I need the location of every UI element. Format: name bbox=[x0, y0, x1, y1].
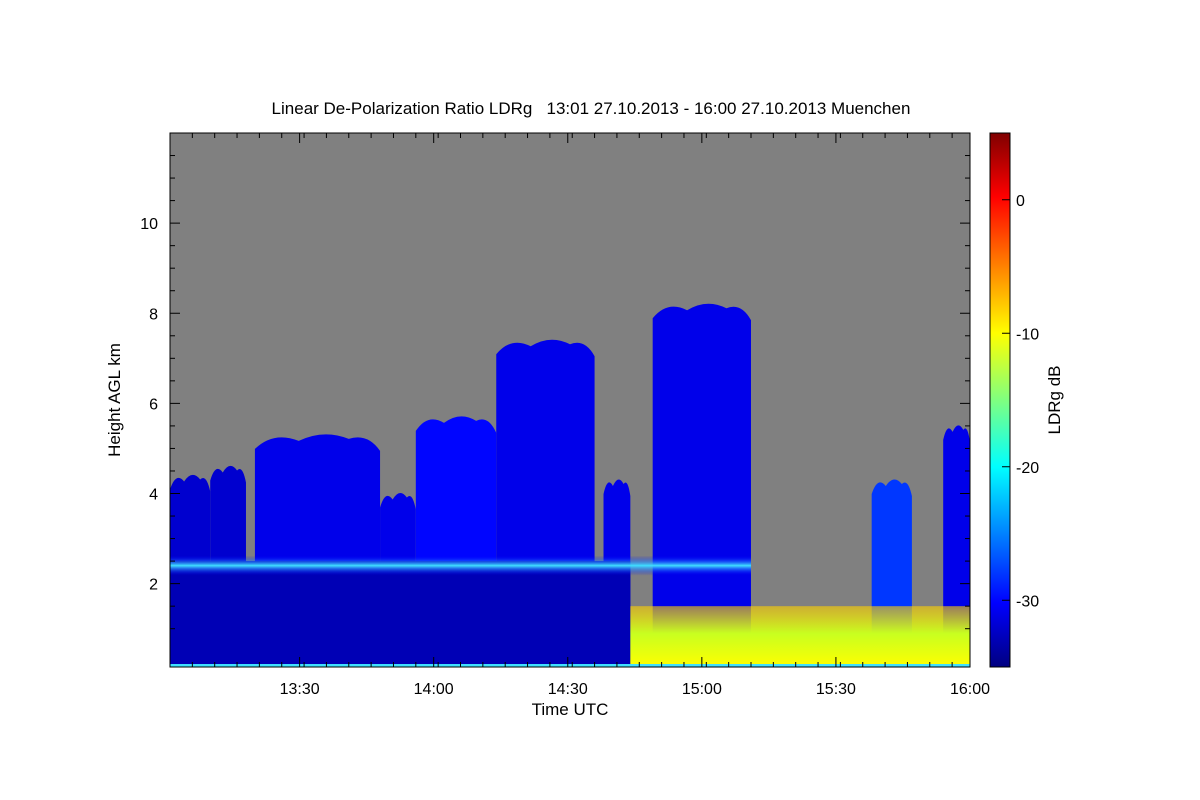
y-axis-title: Height AGL km bbox=[105, 343, 124, 457]
y-tick-label: 10 bbox=[140, 216, 158, 233]
plot-area bbox=[170, 133, 970, 667]
colorbar bbox=[989, 132, 1011, 668]
x-tick-label: 13:30 bbox=[280, 681, 320, 698]
ldr-chart: Linear De-Polarization Ratio LDRg 13:01 … bbox=[105, 99, 1064, 719]
colorbar-tick-label: 0 bbox=[1016, 193, 1025, 210]
y-tick-label: 2 bbox=[149, 577, 158, 594]
x-tick-label: 16:00 bbox=[950, 681, 990, 698]
x-tick-label: 14:30 bbox=[548, 681, 588, 698]
x-axis-title: Time UTC bbox=[532, 700, 609, 719]
y-tick-label: 6 bbox=[149, 396, 158, 413]
colorbar-tick-label: -10 bbox=[1016, 326, 1039, 343]
lower-cloud-band bbox=[170, 561, 631, 667]
colorbar-tick-label: -20 bbox=[1016, 460, 1039, 477]
y-tick-label: 4 bbox=[149, 487, 158, 504]
melting-layer bbox=[170, 555, 752, 576]
colorbar-title: LDRg dB bbox=[1045, 366, 1064, 435]
near-surface-aerosol bbox=[630, 606, 970, 667]
chart-title: Linear De-Polarization Ratio LDRg 13:01 … bbox=[272, 99, 911, 118]
x-tick-label: 15:00 bbox=[682, 681, 722, 698]
y-tick-label: 8 bbox=[149, 306, 158, 323]
colorbar-gradient bbox=[989, 132, 1011, 668]
x-tick-label: 14:00 bbox=[414, 681, 454, 698]
x-tick-label: 15:30 bbox=[816, 681, 856, 698]
colorbar-tick-label: -30 bbox=[1016, 593, 1039, 610]
